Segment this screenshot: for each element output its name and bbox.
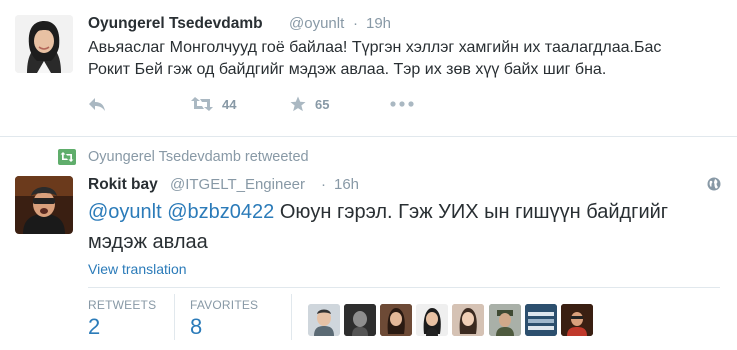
- time-separator: ·: [353, 15, 358, 32]
- author-handle[interactable]: @oyunlt: [289, 15, 344, 32]
- author-name[interactable]: Rokit bay: [88, 176, 158, 194]
- favoriter-avatar[interactable]: [525, 304, 557, 336]
- favorites-label[interactable]: FAVORITES: [190, 298, 258, 312]
- tweet-text: @oyunlt @bzbz0422 Оюун гэрэл. Гэж УИХ ын…: [88, 197, 688, 257]
- stats-separator: [291, 294, 292, 340]
- tweet-time[interactable]: 16h: [334, 176, 359, 193]
- time-separator: ·: [321, 176, 326, 193]
- retweet-context-label[interactable]: Oyungerel Tsedevdamb retweeted: [88, 149, 309, 165]
- tweet-time[interactable]: 19h: [366, 15, 391, 32]
- favorite-count: 65: [315, 96, 330, 112]
- mention-link[interactable]: @bzbz0422: [167, 201, 274, 223]
- favoriter-avatar[interactable]: [344, 304, 376, 336]
- mention-link[interactable]: @oyunlt: [88, 201, 162, 223]
- favorites-count[interactable]: 8: [190, 314, 202, 340]
- avatar[interactable]: [15, 15, 73, 73]
- favorite-button[interactable]: 65: [289, 95, 329, 113]
- favoriter-avatar[interactable]: [416, 304, 448, 336]
- retweet-icon: [58, 149, 76, 165]
- author-name[interactable]: Oyungerel Tsedevdamb: [88, 15, 263, 33]
- author-handle[interactable]: @ITGELT_Engineer: [170, 176, 305, 193]
- avatar[interactable]: [15, 176, 73, 234]
- tweet-divider: [0, 136, 737, 137]
- favoriter-avatar[interactable]: [452, 304, 484, 336]
- star-icon: [290, 96, 306, 112]
- view-translation-link[interactable]: View translation: [88, 261, 187, 277]
- retweet-context: [58, 149, 76, 165]
- globe-icon: [707, 177, 721, 191]
- retweet-button[interactable]: 44: [190, 95, 236, 113]
- favoriter-avatar[interactable]: [308, 304, 340, 336]
- retweet-count: 44: [222, 96, 237, 112]
- favoriter-avatar[interactable]: [489, 304, 521, 336]
- favoriter-avatar[interactable]: [380, 304, 412, 336]
- retweet-icon: [191, 97, 213, 111]
- stats-divider: [88, 287, 720, 288]
- favoriter-avatar[interactable]: [561, 304, 593, 336]
- retweets-label[interactable]: RETWEETS: [88, 298, 156, 312]
- more-icon: [390, 101, 414, 107]
- globe-button[interactable]: [707, 177, 721, 196]
- reply-button[interactable]: [88, 96, 106, 112]
- more-button[interactable]: [390, 101, 414, 107]
- tweet-text: Авьяаслаг Монголчууд гоё байлаа! Түргэн …: [88, 39, 662, 78]
- stats-separator: [174, 294, 175, 340]
- reply-icon: [89, 98, 105, 111]
- retweets-count[interactable]: 2: [88, 314, 100, 340]
